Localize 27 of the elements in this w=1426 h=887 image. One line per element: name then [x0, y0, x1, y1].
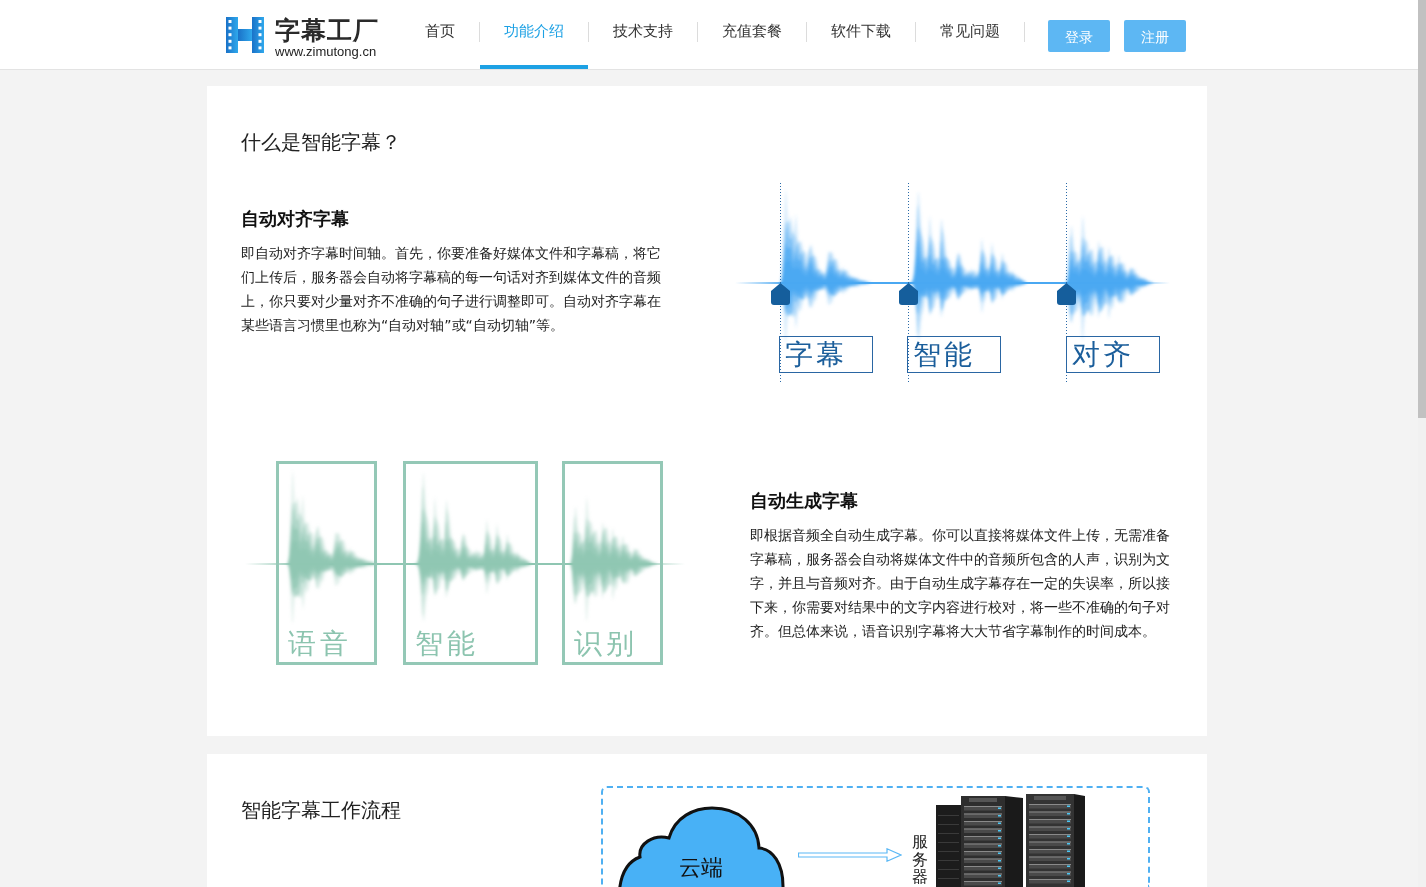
- marker-icon: [899, 283, 918, 305]
- logo-title: 字幕工厂: [275, 17, 379, 44]
- feature-heading: 自动对齐字幕: [241, 207, 350, 231]
- feature-description: 即根据音频全自动生成字幕。你可以直接将媒体文件上传，无需准备字幕稿，服务器会自动将媒体文件中的音频所包含的人声，识别为文字，并且与音频对齐。由于自动生成字幕存在一定的失误率，所以接下来，你需要对结果中的文字内容进行校对，将一些不准确的句子对齐。但总体来说，语音识别字幕将大大节省字幕制作的时间成本。: [750, 526, 1171, 641]
- scrollbar-thumb[interactable]: [1418, 0, 1426, 418]
- segment-label: 识别: [574, 628, 638, 660]
- marker-icon: [771, 283, 790, 305]
- feature-description: 即自动对齐字幕时间轴。首先，你要准备好媒体文件和字幕稿，将它们上传后，服务器会自动将字幕稿的每一句话对齐到媒体文件的音频上，你只要对少量对齐不准确的句子进行调整即可。自动对齐字幕在某些语言习惯里也称为“自动对轴”或“自动切轴”等。: [241, 244, 662, 335]
- subtitle-label: 智能: [907, 336, 1001, 373]
- subtitle-label: 对齐: [1066, 336, 1160, 373]
- feature-heading: 自动生成字幕: [750, 489, 859, 513]
- nav-tab[interactable]: 首页: [401, 0, 479, 69]
- subtitle-label: 字幕: [779, 336, 873, 373]
- nav-tab[interactable]: 技术支持: [589, 0, 697, 69]
- marker-icon: [1057, 283, 1076, 305]
- nav-tab[interactable]: 软件下载: [807, 0, 915, 69]
- nav-tab[interactable]: 常见问题: [916, 0, 1024, 69]
- segment-label: 智能: [415, 628, 479, 660]
- section-title: 智能字幕工作流程: [241, 798, 402, 822]
- server-label: 服务器: [912, 833, 928, 886]
- nav-tab[interactable]: 充值套餐: [698, 0, 806, 69]
- logo-url: www.zimutong.cn: [275, 44, 377, 59]
- logo-icon: [226, 17, 264, 53]
- arrow-icon: [798, 848, 902, 862]
- cloud-label: 云端: [679, 855, 723, 881]
- section-title: 什么是智能字幕？: [241, 130, 402, 154]
- segment-label: 语音: [288, 628, 352, 660]
